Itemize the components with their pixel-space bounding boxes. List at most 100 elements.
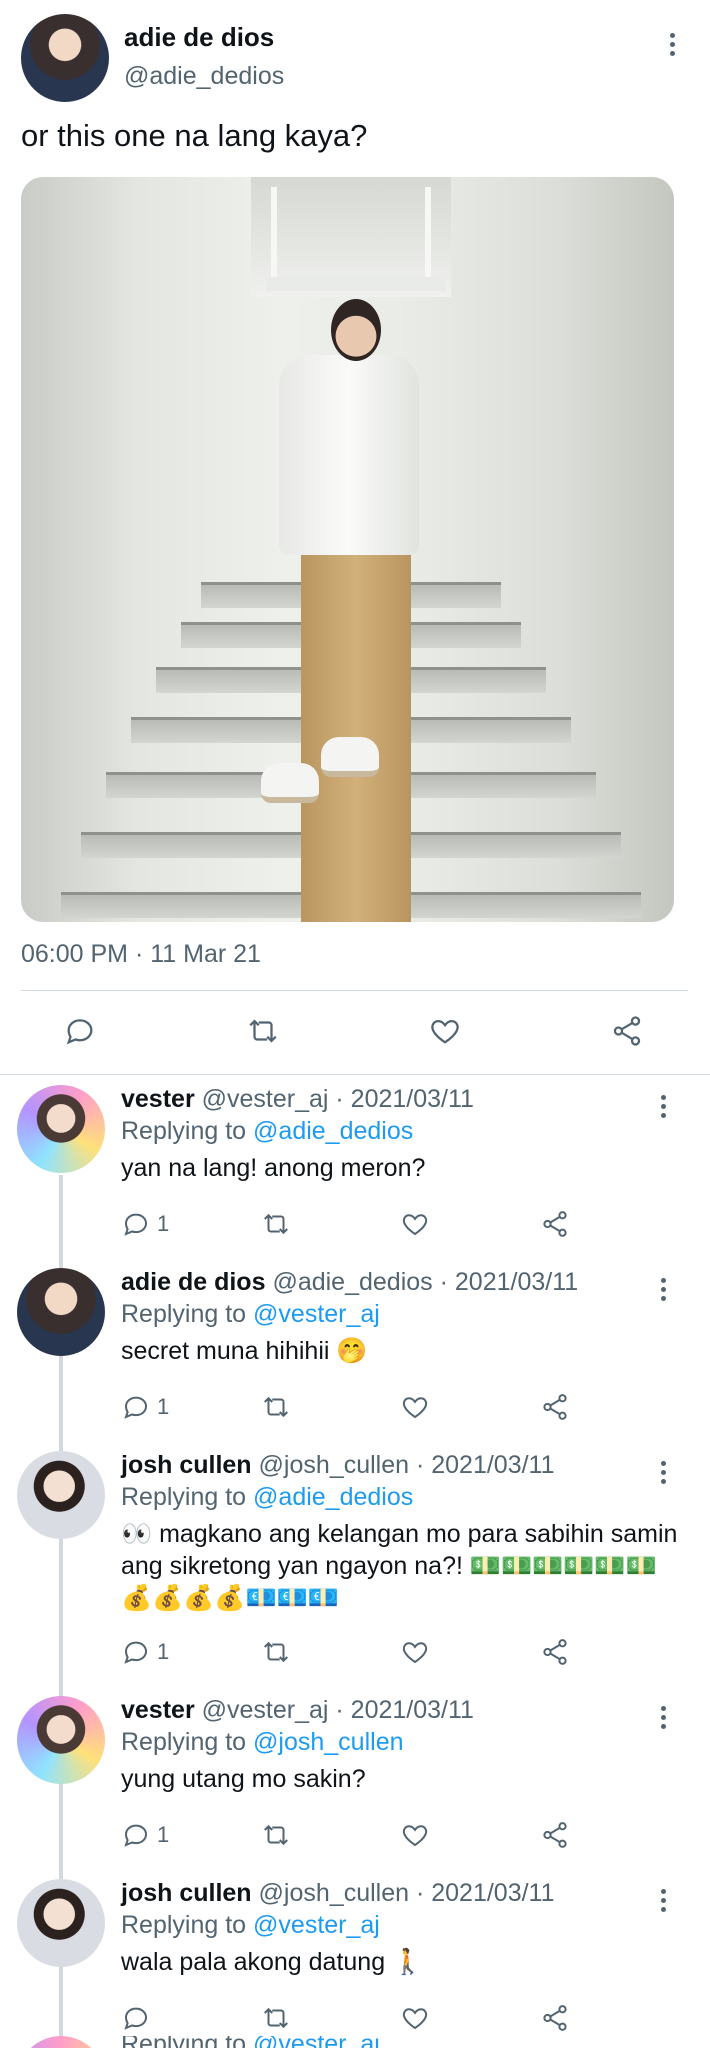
reply-author-name[interactable]: adie de dios	[121, 1268, 265, 1296]
reply-tweet[interactable]: vester @vester_aj · 2021/03/11 Replying …	[0, 1686, 710, 1869]
like-icon[interactable]	[400, 1209, 430, 1239]
reply-date: · 2021/03/11	[335, 1085, 474, 1113]
reply-tweet[interactable]: josh cullen @josh_cullen · 2021/03/11 Re…	[0, 1869, 710, 2048]
avatar[interactable]	[17, 1451, 105, 1539]
like-icon[interactable]	[428, 1014, 462, 1048]
reply-date: · 2021/03/11	[415, 1879, 555, 1907]
reply-date: · 2021/03/11	[335, 1696, 474, 1724]
reply-text: secret muna hihihii 🤭	[121, 1337, 368, 1365]
reply-header: josh cullen @josh_cullen · 2021/03/11	[121, 1451, 555, 1480]
retweet-icon[interactable]	[260, 2003, 292, 2033]
reply-tweet[interactable]: adie de dios @adie_dedios · 2021/03/11 R…	[0, 1258, 710, 1441]
more-icon[interactable]	[660, 1461, 666, 1484]
reply-actions	[0, 2003, 710, 2037]
author-handle[interactable]: @adie_dedios	[124, 62, 284, 91]
partial-reply: Replying to @vester_aj	[0, 2036, 710, 2048]
reply-text: 👀 magkano ang kelangan mo para sabihin s…	[121, 1520, 678, 1612]
reply-text: yung utang mo sakin?	[121, 1765, 366, 1793]
replying-to: Replying to @vester_aj	[121, 1911, 380, 1940]
like-icon[interactable]	[400, 1392, 430, 1422]
reply-icon[interactable]: 1	[121, 1820, 169, 1850]
tweet-actions	[0, 1000, 710, 1068]
replying-label: Replying to	[121, 1300, 247, 1328]
avatar[interactable]	[17, 1879, 105, 1967]
avatar[interactable]	[17, 1268, 105, 1356]
author-name[interactable]: adie de dios	[124, 22, 274, 53]
more-icon[interactable]	[660, 1095, 666, 1118]
more-icon[interactable]	[669, 33, 675, 56]
tweet-timestamp: 06:00 PM · 11 Mar 21	[21, 940, 261, 968]
retweet-icon[interactable]	[260, 1209, 292, 1239]
retweet-icon[interactable]	[260, 1637, 292, 1667]
reply-count: 1	[157, 1211, 170, 1236]
avatar[interactable]	[17, 1085, 105, 1173]
replying-to: Replying to @vester_aj	[121, 2036, 380, 2048]
avatar	[17, 2036, 105, 2048]
reply-author-name[interactable]: josh cullen	[121, 1879, 252, 1907]
replying-to-link[interactable]: @vester_aj	[253, 1911, 380, 1939]
replying-label: Replying to	[121, 1911, 247, 1939]
replying-label: Replying to	[121, 1117, 247, 1145]
reply-icon[interactable]: 1	[121, 1209, 169, 1239]
reply-author-handle[interactable]: @adie_dedios	[272, 1268, 432, 1296]
reply-author-handle[interactable]: @vester_aj	[202, 1085, 329, 1113]
like-icon[interactable]	[400, 2003, 430, 2033]
share-icon[interactable]	[540, 2003, 570, 2033]
retweet-icon[interactable]	[260, 1820, 292, 1850]
author-avatar[interactable]	[21, 14, 109, 102]
replying-to-link[interactable]: @adie_dedios	[253, 1117, 413, 1145]
replying-to: Replying to @josh_cullen	[121, 1728, 404, 1757]
reply-icon[interactable]: 1	[121, 1637, 169, 1667]
reply-icon[interactable]: 1	[121, 1392, 169, 1422]
reply-author-name[interactable]: josh cullen	[121, 1451, 252, 1479]
reply-actions: 1	[0, 1820, 710, 1854]
replying-to: Replying to @vester_aj	[121, 1300, 380, 1329]
tweet-text: or this one na lang kaya?	[21, 118, 368, 153]
share-icon[interactable]	[540, 1637, 570, 1667]
reply-actions: 1	[0, 1392, 710, 1426]
reply-icon[interactable]	[63, 1014, 97, 1048]
reply-author-name[interactable]: vester	[121, 1085, 195, 1113]
reply-icon[interactable]	[121, 2003, 157, 2033]
replying-label: Replying to	[121, 1483, 247, 1511]
reply-author-handle[interactable]: @vester_aj	[202, 1696, 329, 1724]
replying-label: Replying to	[121, 1728, 247, 1756]
replying-to: Replying to @adie_dedios	[121, 1117, 413, 1146]
reply-count: 1	[157, 1822, 170, 1847]
reply-tweet[interactable]: josh cullen @josh_cullen · 2021/03/11 Re…	[0, 1441, 710, 1686]
reply-date: · 2021/03/11	[439, 1268, 579, 1296]
more-icon[interactable]	[660, 1706, 666, 1729]
reply-text: wala pala akong datung 🚶	[121, 1948, 424, 1976]
reply-header: adie de dios @adie_dedios · 2021/03/11	[121, 1268, 578, 1297]
main-tweet: adie de dios @adie_dedios or this one na…	[0, 0, 710, 1075]
reply-actions: 1	[0, 1637, 710, 1671]
like-icon[interactable]	[400, 1820, 430, 1850]
replying-to-link[interactable]: @vester_aj	[253, 1300, 380, 1328]
tweet-photo[interactable]	[21, 177, 674, 922]
like-icon[interactable]	[400, 1637, 430, 1667]
more-icon[interactable]	[660, 1278, 666, 1301]
replying-to-link[interactable]: @adie_dedios	[253, 1483, 413, 1511]
reply-count: 1	[157, 1639, 170, 1664]
reply-text: yan na lang! anong meron?	[121, 1154, 426, 1182]
reply-count: 1	[157, 1394, 170, 1419]
reply-actions: 1	[0, 1209, 710, 1243]
reply-header: josh cullen @josh_cullen · 2021/03/11	[121, 1879, 555, 1908]
reply-header: vester @vester_aj · 2021/03/11	[121, 1085, 474, 1114]
share-icon[interactable]	[540, 1820, 570, 1850]
avatar[interactable]	[17, 1696, 105, 1784]
reply-tweet[interactable]: vester @vester_aj · 2021/03/11 Replying …	[0, 1075, 710, 1258]
reply-date: · 2021/03/11	[415, 1451, 555, 1479]
retweet-icon[interactable]	[260, 1392, 292, 1422]
retweet-icon[interactable]	[245, 1014, 281, 1048]
replying-to-link[interactable]: @josh_cullen	[253, 1728, 403, 1756]
reply-author-handle[interactable]: @josh_cullen	[259, 1879, 409, 1907]
share-icon[interactable]	[540, 1392, 570, 1422]
reply-header: vester @vester_aj · 2021/03/11	[121, 1696, 474, 1725]
replying-to: Replying to @adie_dedios	[121, 1483, 413, 1512]
share-icon[interactable]	[610, 1014, 644, 1048]
reply-author-handle[interactable]: @josh_cullen	[259, 1451, 409, 1479]
share-icon[interactable]	[540, 1209, 570, 1239]
more-icon[interactable]	[660, 1889, 666, 1912]
reply-author-name[interactable]: vester	[121, 1696, 195, 1724]
